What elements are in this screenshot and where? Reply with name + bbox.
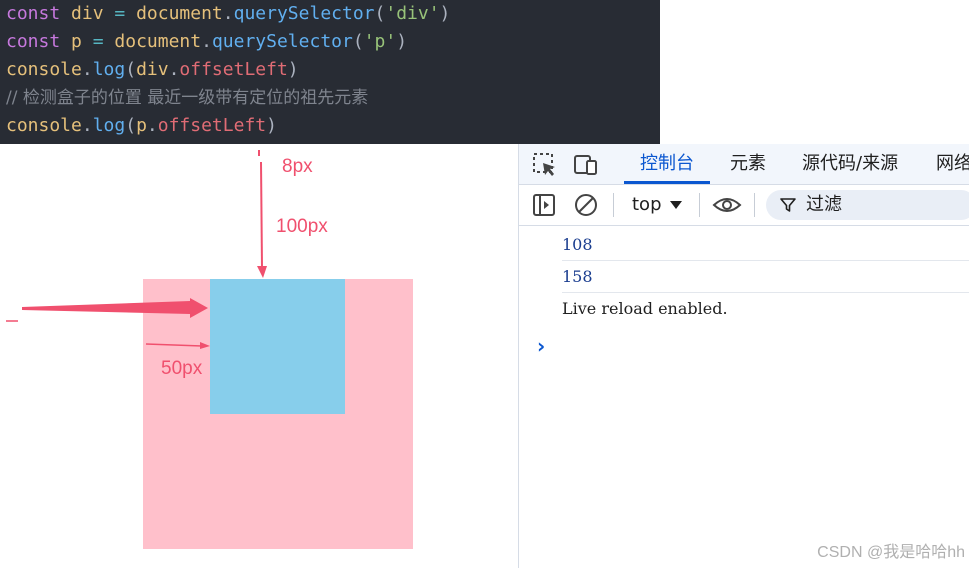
object: console [6,115,82,136]
punctuation: ( [125,115,137,136]
punctuation: ) [287,59,299,80]
keyword: const [6,3,61,24]
toolbar-separator [613,193,614,217]
property: offsetLeft [179,59,288,80]
function: log [92,115,126,136]
console-message: Live reload enabled. [562,299,728,318]
code-editor: const div = document.querySelector('div'… [0,0,660,144]
object: console [6,59,82,80]
devtools-tab-bar: 控制台 元素 源代码/来源 网络 [519,144,969,185]
code-line-4: // 检测盒子的位置 最近一级带有定位的祖先元素 [6,84,368,112]
context-selector-value: top [632,194,662,215]
devtools-panel: 控制台 元素 源代码/来源 网络 top 过滤 108 158 Live rel… [518,144,969,568]
operator: = [92,31,104,52]
console-message: 158 [562,261,969,293]
annotation-outer-offset: 100px [276,216,328,237]
chevron-down-icon [669,201,682,209]
function: log [92,59,126,80]
console-toolbar: top 过滤 [519,185,969,226]
sidebar-toggle-icon[interactable] [531,192,557,218]
horizontal-arrow-short-head [200,342,210,349]
punctuation: ) [439,3,451,24]
object: document [136,3,223,24]
keyword: const [6,31,61,52]
toolbar-separator [754,193,755,217]
variable: div [136,59,169,80]
console-prompt-icon[interactable]: › [537,334,545,358]
comment: // 检测盒子的位置 最近一级带有定位的祖先元素 [6,88,369,108]
variable: p [71,31,82,52]
toolbar-separator [699,193,700,217]
clear-console-icon[interactable] [573,192,599,218]
punctuation: ( [125,59,137,80]
watermark: CSDN @我是哈哈hh [817,544,965,561]
vertical-arrow-line [260,161,263,269]
function: querySelector [211,31,353,52]
horizontal-arrow-long [22,298,208,318]
operator: = [114,3,126,24]
punctuation: . [201,31,212,52]
code-line-1: const div = document.querySelector('div'… [6,0,450,28]
console-message: 108 [562,229,969,261]
punctuation: . [168,59,180,80]
code-line-5: console.log(p.offsetLeft) [6,112,277,140]
context-selector[interactable]: top [632,185,682,225]
filter-input[interactable]: 过滤 [766,190,969,220]
string: 'p' [363,31,397,52]
tab-network[interactable]: 网络 [936,144,969,184]
code-line-2: const p = document.querySelector('p') [6,28,407,56]
punctuation: . [146,115,158,136]
annotation-inner-offset: 50px [161,358,203,379]
property: offsetLeft [157,115,267,136]
horizontal-arrow-short-line [145,343,203,347]
function: querySelector [233,3,375,24]
punctuation: ) [266,115,277,136]
device-toolbar-icon[interactable] [573,152,599,178]
punctuation: . [81,115,93,136]
annotation-top-margin: 8px [282,156,313,177]
annotation-arrows [6,150,267,349]
punctuation: . [81,59,93,80]
object: document [114,31,202,52]
variable: div [71,3,104,24]
tab-sources[interactable]: 源代码/来源 [802,144,898,184]
eye-icon[interactable] [712,192,742,218]
punctuation: ) [396,31,408,52]
filter-placeholder: 过滤 [806,194,842,215]
punctuation: ( [352,31,364,52]
code-line-3: console.log(div.offsetLeft) [6,56,299,84]
variable: p [136,115,147,136]
punctuation: . [222,3,234,24]
string: 'div' [385,3,440,24]
tab-elements[interactable]: 元素 [730,144,766,184]
filter-icon [780,198,796,212]
vertical-arrow-head [257,266,267,278]
punctuation: ( [374,3,386,24]
inspect-element-icon[interactable] [532,152,558,178]
tab-console[interactable]: 控制台 [624,144,710,184]
